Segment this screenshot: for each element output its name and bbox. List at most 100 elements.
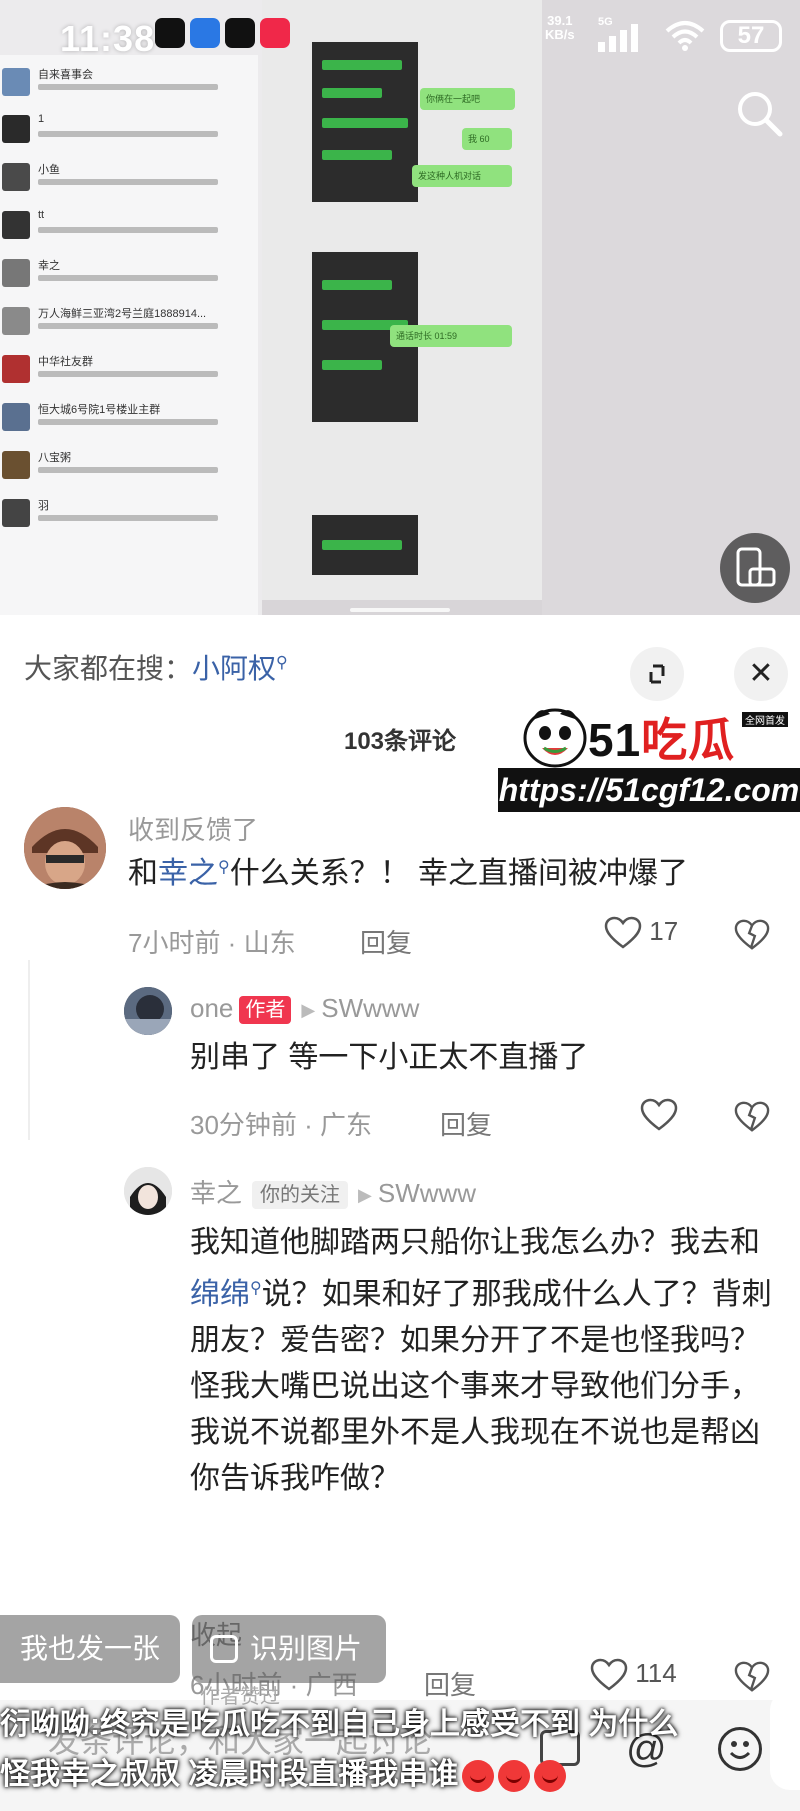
chat-avatar [2, 163, 30, 191]
chat-preview [38, 515, 218, 521]
search-mini-icon: ⚲ [276, 654, 288, 672]
reply-header: 幸之 你的关注 ▶ SWwww [190, 1173, 476, 1210]
expand-button[interactable] [630, 647, 684, 701]
like-button[interactable]: 114 [590, 1658, 677, 1692]
comment-mention-link[interactable]: 幸之 [158, 857, 218, 890]
avatar[interactable] [124, 987, 172, 1035]
comment-text: 和幸之⚲什么关系？！ 幸之直播间被冲爆了 [128, 845, 788, 897]
like-button[interactable]: 17 [604, 916, 678, 950]
logo-chinese: 吃瓜 [641, 714, 736, 766]
chat-avatar [2, 403, 30, 431]
green-bubble: 我 60 [462, 128, 512, 150]
dislike-icon[interactable] [734, 1660, 770, 1699]
video-player[interactable]: 自来喜事会 1 小鱼 tt 幸之 万人海鲜三亚湾2号兰庭1888914... 中… [0, 0, 800, 615]
avatar[interactable] [24, 807, 106, 889]
reply-to-username[interactable]: SWwww [378, 1178, 476, 1208]
reply-arrow-icon: ▶ [301, 999, 316, 1020]
scan-icon [210, 1635, 238, 1663]
comment-username[interactable]: one [190, 993, 233, 1023]
green-bubble: 发这种人机对话 [412, 165, 512, 187]
chat-row: 八宝粥 [0, 443, 258, 491]
caption-line: 衍呦呦:终究是吃瓜吃不到自己身上感受不到 为什么 [0, 1708, 679, 1741]
reply-button[interactable]: 回复 [424, 1665, 476, 1702]
dislike-icon[interactable] [734, 918, 770, 957]
screen: 自来喜事会 1 小鱼 tt 幸之 万人海鲜三亚湾2号兰庭1888914... 中… [0, 0, 800, 1811]
caption-line-2: 怪我幸之叔叔 凌晨时段直播我串谁 [0, 1750, 800, 1800]
network-speed-value: 39.1 [547, 13, 573, 28]
wifi-icon [665, 20, 705, 57]
comment-meta: 7小时前 · 山东 [128, 928, 296, 958]
app-icon [225, 18, 255, 48]
chat-screenshot: 你俩在一起吧 我 60 发这种人机对话 通话时长 01:59 [262, 0, 542, 600]
close-button[interactable]: ✕ [734, 647, 788, 701]
status-bar: 11:38 39.1 KB/s 5G 57 [0, 0, 800, 80]
reply-header: one 作者 ▶ SWwww [190, 993, 419, 1025]
chat-avatar [2, 307, 30, 335]
chat-name: 1 [38, 113, 45, 125]
green-text-line [322, 540, 402, 550]
mascot-icon [523, 708, 587, 768]
chat-preview [38, 227, 218, 233]
logo-wordmark: 51吃瓜 [588, 704, 735, 770]
post-photo-button[interactable]: 我也发一张 [0, 1615, 180, 1683]
search-mini-icon: ⚲ [250, 1280, 262, 1297]
green-text-line [322, 150, 392, 160]
chat-name: 羽 [38, 500, 49, 512]
chat-preview [38, 371, 218, 377]
chat-avatar [2, 115, 30, 143]
chat-avatar [2, 355, 30, 383]
comment-mention-link[interactable]: 绵绵 [190, 1278, 250, 1311]
like-button[interactable] [640, 1098, 678, 1132]
chat-name: 八宝粥 [38, 452, 71, 464]
chat-preview [38, 467, 218, 473]
trending-search-term[interactable]: 小阿权 [192, 653, 276, 684]
chat-name: 恒大城6号院1号楼业主群 [38, 404, 161, 416]
chat-row: 1 [0, 107, 258, 155]
chat-preview [38, 275, 218, 281]
chat-row: tt [0, 203, 258, 251]
heart-icon [640, 1098, 678, 1131]
chat-avatar [2, 259, 30, 287]
reply-button[interactable]: 回复 [440, 1105, 492, 1142]
follow-tag: 你的关注 [252, 1181, 349, 1210]
search-icon[interactable] [734, 88, 784, 138]
overlay-caption: 衍呦呦:终究是吃瓜吃不到自己身上感受不到 为什么 怪我幸之叔叔 凌晨时段直播我串… [0, 1700, 800, 1800]
comment-username[interactable]: 幸之 [190, 1178, 242, 1208]
chat-preview [38, 419, 218, 425]
avatar[interactable] [124, 1167, 172, 1215]
green-text-line [322, 118, 408, 128]
chat-row: 万人海鲜三亚湾2号兰庭1888914... [0, 299, 258, 347]
watermark-logo: 51吃瓜 全网首发 https://51cgf12.com [498, 700, 800, 820]
reply-to-username[interactable]: SWwww [321, 993, 419, 1023]
chat-preview [38, 323, 218, 329]
app-icon [260, 18, 290, 48]
like-count: 17 [649, 916, 679, 946]
comment-text: 别串了 等一下小正太不直播了 [190, 1041, 589, 1074]
recognize-image-button[interactable]: 识别图片 [192, 1615, 386, 1683]
trending-search[interactable]: 大家都在搜：小阿权⚲ [24, 647, 288, 687]
angry-emoji-icon [462, 1760, 495, 1793]
clock: 11:38 [60, 18, 156, 59]
dislike-icon[interactable] [734, 1100, 770, 1139]
comment-username[interactable]: 收到反馈了 [128, 810, 258, 847]
chat-row: 羽 [0, 491, 258, 539]
comment-text-pre: 和 [128, 857, 158, 890]
chat-name: 幸之 [38, 260, 60, 272]
chat-name: 中华社友群 [38, 356, 93, 368]
caption-line: 怪我幸之叔叔 凌晨时段直播我串谁 [0, 1758, 459, 1791]
reply-button[interactable]: 回复 [360, 923, 412, 960]
comment-text-pre: 我知道他脚踏两只船你让我怎么办？我去和 [190, 1226, 760, 1259]
recognize-image-label: 识别图片 [250, 1633, 363, 1664]
like-count: 114 [635, 1658, 677, 1688]
chat-preview [38, 131, 218, 137]
battery-icon: 57 [720, 20, 782, 52]
signal-icon: 5G [598, 16, 648, 57]
chat-row: 中华社友群 [0, 347, 258, 395]
comment-text-post: 说？如果和好了那我成什么人了？背刺朋友？爱告密？如果分开了不是也怪我吗？怪我大嘴… [190, 1278, 772, 1495]
author-tag: 作者 [239, 996, 292, 1025]
landscape-toggle-icon[interactable] [720, 533, 790, 603]
tiktok-app-icon [155, 18, 185, 48]
app-icon [190, 18, 220, 48]
network-speed-unit: KB/s [545, 27, 575, 42]
chat-name: 万人海鲜三亚湾2号兰庭1888914... [38, 308, 207, 320]
